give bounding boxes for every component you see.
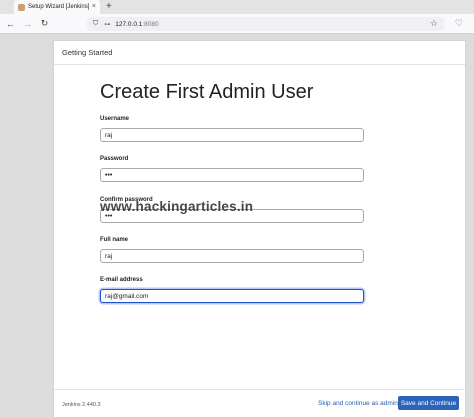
username-value: raj <box>105 131 113 139</box>
jenkins-favicon-icon <box>18 3 25 11</box>
page-title: Create First Admin User <box>100 81 314 103</box>
page-content: Getting Started Create First Admin User … <box>0 35 474 418</box>
username-field[interactable]: raj <box>100 128 364 142</box>
dialog-header: Getting Started <box>54 41 465 65</box>
forward-arrow-icon[interactable]: → <box>21 19 34 29</box>
pocket-icon[interactable]: ♡ <box>455 18 463 29</box>
dialog-header-title: Getting Started <box>62 48 113 57</box>
dialog-footer: Jenkins 2.440.3 Skip and continue as adm… <box>54 389 467 417</box>
url-port: :8080 <box>142 20 159 28</box>
full-name-label: Full name <box>100 237 129 243</box>
site-permissions-icon[interactable]: ⊶ <box>104 21 110 28</box>
password-field[interactable]: ••• <box>100 168 364 182</box>
navigation-bar: ← → ↻ ⛉ ⊶ 127.0.0.1 :8080 ☆ ♡ <box>0 14 474 34</box>
tab-title: Setup Wizard [Jenkins] <box>28 4 90 10</box>
username-label: Username <box>100 116 130 122</box>
skip-continue-admin-link[interactable]: Skip and continue as admin <box>318 400 398 407</box>
address-bar[interactable]: ⛉ ⊶ 127.0.0.1 :8080 ☆ ♡ <box>87 17 463 31</box>
bookmark-star-icon[interactable]: ☆ <box>430 18 438 29</box>
password-value: ••• <box>105 171 113 179</box>
email-label: E-mail address <box>100 277 143 283</box>
password-label: Password <box>100 156 129 162</box>
setup-wizard-dialog: Getting Started Create First Admin User … <box>53 40 467 418</box>
watermark-text: www.hackingarticles.in <box>100 199 254 214</box>
shield-icon[interactable]: ⛉ <box>93 20 98 28</box>
email-field[interactable]: raj@gmail.com <box>100 289 364 303</box>
full-name-value: raj <box>105 252 113 260</box>
new-tab-button[interactable]: + <box>106 0 112 14</box>
reload-icon[interactable]: ↻ <box>38 18 51 29</box>
url-host: 127.0.0.1 <box>115 20 143 28</box>
jenkins-version: Jenkins 2.440.3 <box>62 402 101 408</box>
full-name-field[interactable]: raj <box>100 249 364 263</box>
back-arrow-icon[interactable]: ← <box>4 19 17 29</box>
browser-tab[interactable]: Setup Wizard [Jenkins] × <box>14 0 100 14</box>
save-continue-button[interactable]: Save and Continue <box>398 396 459 410</box>
tab-close-icon[interactable]: × <box>92 3 96 10</box>
tab-strip: Setup Wizard [Jenkins] × + <box>0 0 474 14</box>
email-value: raj@gmail.com <box>105 292 149 300</box>
